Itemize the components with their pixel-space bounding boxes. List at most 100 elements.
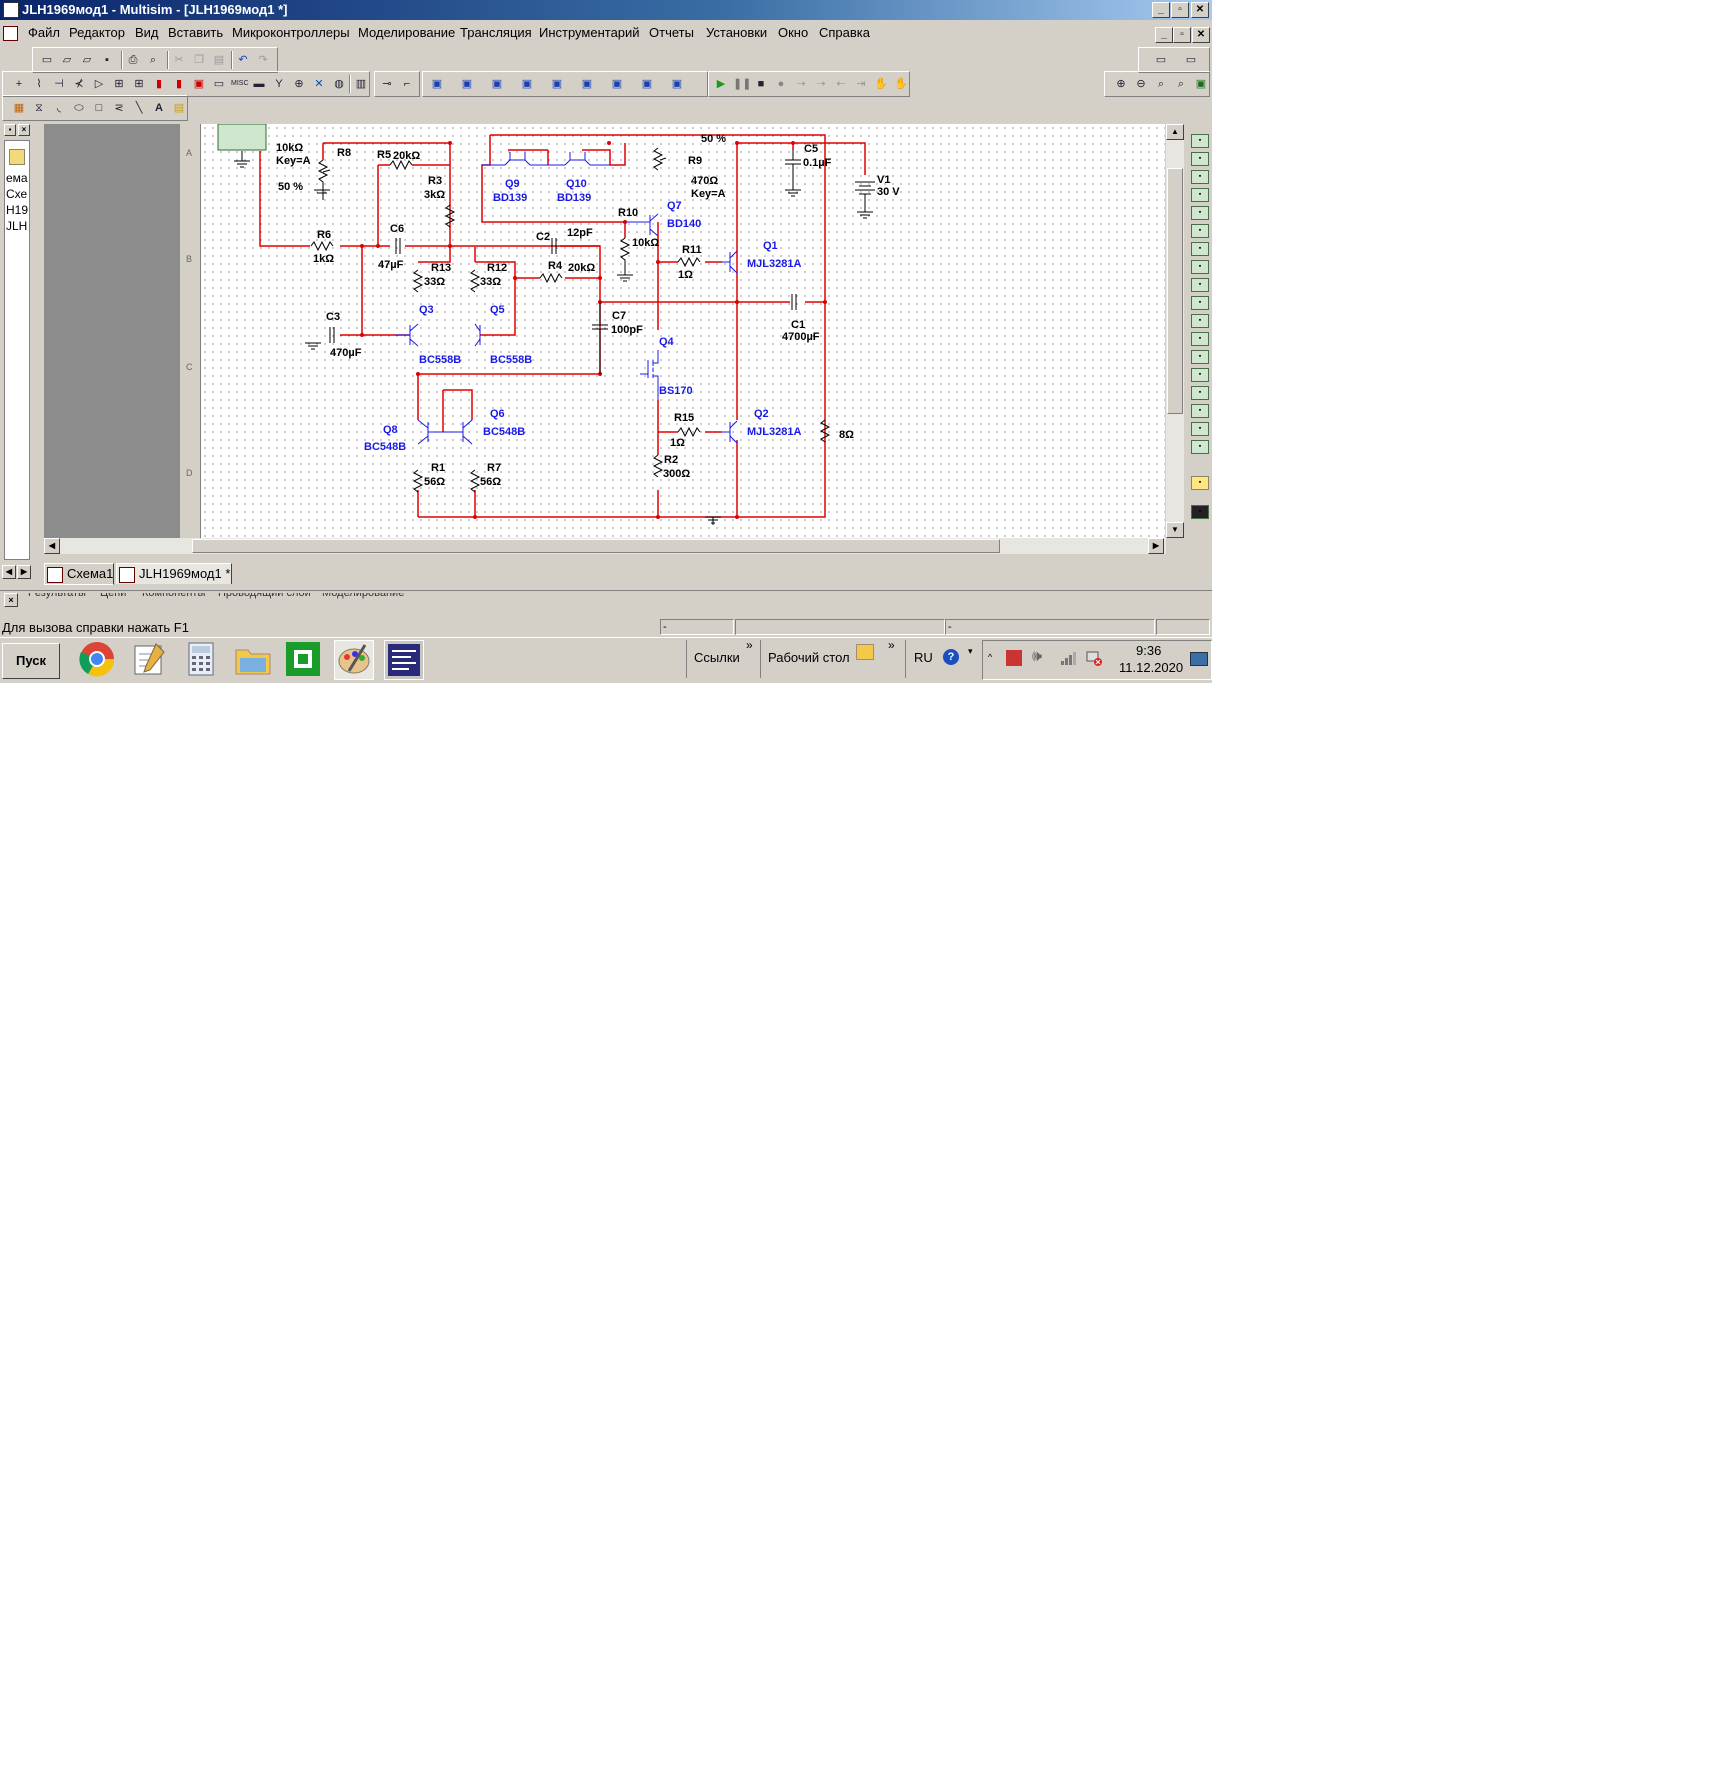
measurement-probe-icon[interactable]: ▪: [1191, 476, 1209, 490]
multimeter-instrument-icon[interactable]: ▪: [1191, 134, 1209, 148]
redo-icon[interactable]: ↷: [255, 52, 271, 68]
menu-microcontrollers[interactable]: Микроконтроллеры: [232, 25, 350, 40]
run-to-cursor-icon[interactable]: ⇥: [853, 76, 869, 92]
vertical-scroll-thumb[interactable]: [1167, 168, 1183, 414]
doc-close-button[interactable]: ✕: [1192, 27, 1210, 43]
menu-options[interactable]: Установки: [706, 25, 767, 40]
print-icon[interactable]: ⎙: [125, 52, 141, 68]
print-preview-icon[interactable]: ⌕: [145, 52, 161, 68]
links-toolbar[interactable]: Ссылки: [694, 650, 740, 665]
place-picture-icon[interactable]: ▦: [11, 100, 27, 116]
diode-component-icon[interactable]: ⊣: [51, 76, 67, 92]
desktop-chevron[interactable]: »: [888, 638, 895, 652]
iv-analyzer-icon[interactable]: ▪: [1191, 314, 1209, 328]
horizontal-scrollbar[interactable]: ◀ ▶: [44, 538, 1166, 554]
spectrum-analyzer-icon[interactable]: ▪: [1191, 350, 1209, 364]
source-component-icon[interactable]: +: [11, 76, 27, 92]
electromechanical-icon[interactable]: ⊕: [291, 76, 307, 92]
place-arc-icon[interactable]: ◟: [51, 100, 67, 116]
tree-item[interactable]: ема: [6, 171, 28, 185]
open-file-icon[interactable]: ▱: [59, 52, 75, 68]
tab-copper-layers[interactable]: Проводящий слой: [218, 593, 311, 602]
tree-item[interactable]: Н19: [6, 203, 28, 217]
cut-icon[interactable]: ✂: [171, 52, 187, 68]
power-component-icon[interactable]: ▭: [211, 76, 227, 92]
minimize-button[interactable]: _: [1152, 2, 1170, 18]
run-simulation-icon[interactable]: ▶: [713, 76, 729, 92]
transistor-component-icon[interactable]: ⊀: [71, 76, 87, 92]
zoom-in-icon[interactable]: ⊕: [1113, 76, 1129, 92]
scroll-right-button[interactable]: ▶: [17, 565, 31, 579]
wattmeter-instrument-icon[interactable]: ▪: [1191, 170, 1209, 184]
full-view-icon[interactable]: ▣: [1193, 76, 1209, 92]
mixed-component-icon[interactable]: ▮: [171, 76, 187, 92]
ttl-component-icon[interactable]: ⊞: [111, 76, 127, 92]
rf-component-icon[interactable]: Y: [271, 76, 287, 92]
menu-simulation[interactable]: Моделирование: [358, 25, 455, 40]
distortion-analyzer-instrument-icon[interactable]: ▪: [1191, 332, 1209, 346]
menu-window[interactable]: Окно: [778, 25, 808, 40]
place-line-icon[interactable]: ╲: [131, 100, 147, 116]
chrome-icon[interactable]: [78, 640, 116, 678]
place-polyline-icon[interactable]: ⋜: [111, 100, 127, 116]
stop-simulation-icon[interactable]: ■: [753, 76, 769, 92]
tektronix-oscilloscope-icon[interactable]: ▪: [1191, 440, 1209, 454]
menu-edit[interactable]: Редактор: [69, 25, 125, 40]
step-over-icon[interactable]: ⇢: [813, 76, 829, 92]
place-ellipse-icon[interactable]: ⬭: [71, 100, 87, 116]
place-junction-icon[interactable]: ⌐: [399, 76, 415, 92]
menu-reports[interactable]: Отчеты: [649, 25, 694, 40]
paint-icon[interactable]: [334, 640, 374, 680]
oscilloscope-icon[interactable]: ▣: [519, 76, 535, 92]
scroll-left-button[interactable]: ◀: [2, 565, 16, 579]
copy-icon[interactable]: ❐: [191, 52, 207, 68]
multimeter-icon[interactable]: ▣: [429, 76, 445, 92]
analog-component-icon[interactable]: ▷: [91, 76, 107, 92]
start-button[interactable]: Пуск: [2, 643, 60, 679]
notepad-icon[interactable]: [130, 640, 168, 678]
distortion-analyzer-icon[interactable]: ▣: [639, 76, 655, 92]
multisim-taskbar-icon[interactable]: [384, 640, 424, 680]
calculator-icon[interactable]: [182, 640, 220, 678]
document-icon[interactable]: [3, 26, 18, 41]
new-file-icon[interactable]: ▭: [39, 52, 55, 68]
safely-remove-icon[interactable]: [1006, 650, 1022, 666]
split-view-icon[interactable]: ▭: [1179, 52, 1203, 68]
network-signal-icon[interactable]: [1060, 650, 1076, 666]
menu-tools[interactable]: Инструментарий: [539, 25, 640, 40]
show-desktop-icon[interactable]: [1190, 652, 1208, 666]
toolbox-pin-button[interactable]: ▪: [4, 124, 16, 136]
step-into-icon[interactable]: ⇢: [793, 76, 809, 92]
toolbox-close-button[interactable]: ×: [18, 124, 30, 136]
cmos-component-icon[interactable]: ⊞: [131, 76, 147, 92]
logic-converter-icon[interactable]: ▪: [1191, 296, 1209, 310]
zoom-out-icon[interactable]: ⊖: [1133, 76, 1149, 92]
language-options-icon[interactable]: ▾: [968, 646, 973, 657]
network-analyzer-instrument-icon[interactable]: ▪: [1191, 368, 1209, 382]
place-polygon-icon[interactable]: ⧖: [31, 100, 47, 116]
agilent-oscilloscope-icon[interactable]: ▪: [1191, 422, 1209, 436]
tree-item[interactable]: Схе: [6, 187, 27, 201]
agilent-multimeter-icon[interactable]: ▪: [1191, 404, 1209, 418]
tree-item[interactable]: JLH: [6, 219, 27, 233]
wattmeter-icon[interactable]: ▣: [489, 76, 505, 92]
scroll-left-button[interactable]: ◀: [44, 538, 60, 554]
tab-jlh1969[interactable]: JLH1969мод1 *: [116, 563, 232, 584]
schematic-sheet[interactable]: 10kΩ Key=A R8 50 % R5 20kΩ R3 3kΩ Q9 BD1…: [201, 124, 1165, 538]
tab-schema1[interactable]: Схема1: [44, 563, 114, 585]
menu-help[interactable]: Справка: [819, 25, 870, 40]
zoom-fit-icon[interactable]: ⌕: [1173, 76, 1189, 92]
file-explorer-icon[interactable]: [234, 640, 272, 678]
scroll-up-button[interactable]: ▲: [1166, 124, 1184, 140]
bode-plotter-icon[interactable]: ▣: [549, 76, 565, 92]
function-generator-instrument-icon[interactable]: ▪: [1191, 152, 1209, 166]
place-text-icon[interactable]: A: [151, 100, 167, 116]
scroll-down-button[interactable]: ▼: [1166, 522, 1184, 538]
hierarchical-block-icon[interactable]: ▥: [353, 76, 369, 92]
doc-restore-button[interactable]: ▫: [1173, 27, 1191, 43]
full-screen-icon[interactable]: ▭: [1149, 52, 1173, 68]
horizontal-scroll-thumb[interactable]: [192, 539, 1000, 553]
folder-icon[interactable]: [856, 644, 874, 660]
basic-component-icon[interactable]: ⌇: [31, 76, 47, 92]
place-bus-icon[interactable]: ⊸: [379, 76, 395, 92]
